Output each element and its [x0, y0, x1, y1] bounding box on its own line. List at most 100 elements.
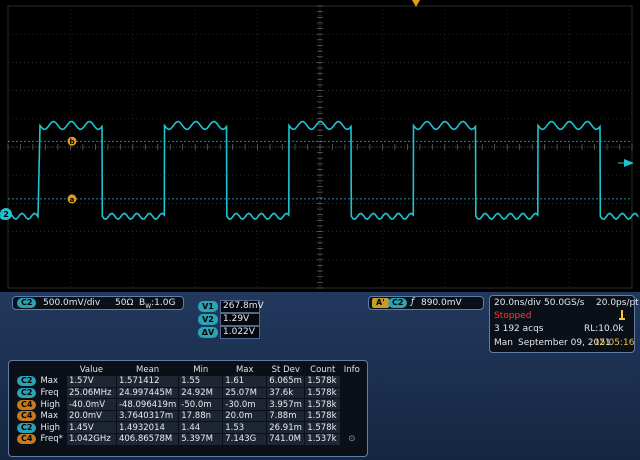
measurement-name: Max: [40, 376, 59, 387]
cursor-readouts: V1 267.8mV V2 1.29V ΔV 1.022V: [198, 299, 268, 345]
source-cell: C4: [15, 410, 38, 422]
acquisition-count: 3 192 acqs: [494, 324, 544, 334]
source-badge: C4: [17, 399, 37, 410]
source-badge: C4: [17, 411, 37, 422]
channel-settings-box[interactable]: C2 500.0mV/div 50Ω BW:1.0G: [12, 296, 184, 310]
source-badge: C4: [17, 434, 37, 445]
measurement-min: 5.397M: [178, 433, 224, 446]
header-info: Info: [343, 364, 360, 375]
trigger-mode-badge: A': [372, 298, 389, 308]
input-impedance: 50Ω: [115, 298, 134, 308]
timebase-box[interactable]: 20.0ns/div 50.0GS/s 20.0ps/pt Stopped 3 …: [489, 295, 639, 353]
measurement-stdev: 26.91m: [266, 421, 306, 435]
cursor-b-label: b: [69, 138, 74, 146]
measurement-min: 1.55: [178, 375, 224, 388]
measurement-mean: 3.7640317m: [115, 409, 180, 423]
measurement-stdev: 6.065m: [266, 375, 306, 388]
vertical-scale: 500.0mV/div: [43, 298, 101, 308]
measurement-row[interactable]: C4 Max 20.0mV 3.7640317m 17.88n 20.0m 7.88m 1.5…: [15, 409, 364, 423]
channel-badge: C2: [17, 298, 37, 308]
source-cell: C4: [15, 434, 38, 446]
measurement-stdev: 741.0M: [266, 433, 306, 446]
measurement-table[interactable]: Value Mean Min Max St Dev Count Info C2 M…: [8, 360, 368, 457]
measurement-mean: 1.571412: [115, 375, 180, 388]
measurement-value: 1.45V: [65, 421, 117, 435]
measurement-row[interactable]: C4 High -40.0mV -48.096419m -50.0m -30.0m 3.95…: [15, 398, 364, 411]
cursor-delta-label: ΔV: [198, 327, 218, 338]
measurement-header-row: Value Mean Min Max St Dev Count Info: [15, 364, 363, 376]
source-cell: C2: [15, 376, 38, 388]
source-cell: C2: [15, 422, 38, 434]
measurement-max: 25.07M: [222, 386, 268, 400]
measurement-info: ⊙: [340, 433, 364, 446]
bandwidth-value: 1.0G: [154, 298, 176, 308]
header-value: Value: [79, 364, 104, 375]
time-per-div: 20.0ns/div: [494, 298, 542, 308]
measurement-name: Freq: [40, 387, 59, 398]
measurement-value: -40.0mV: [65, 398, 117, 411]
measurement-name: High: [40, 399, 60, 410]
measurement-max: 7.143G: [222, 433, 268, 446]
measurement-count: 1.537k: [304, 433, 342, 446]
trigger-channel-badge: C2: [388, 298, 408, 308]
trigger-level: 890.0mV: [421, 298, 462, 308]
measurement-row[interactable]: C4 Freq* 1.042GHz 406.86578M 5.397M 7.143G 741…: [15, 433, 364, 446]
measurement-max: 1.61: [222, 375, 268, 388]
measurement-mean: -48.096419m: [115, 398, 180, 411]
source-cell: C4: [15, 399, 38, 411]
measurement-info: [340, 409, 364, 423]
measurement-min: -50.0m: [178, 398, 224, 411]
trigger-slope-icon: ƒ: [411, 297, 415, 307]
measurement-count: 1.578k: [304, 421, 342, 435]
measurement-min: 17.88n: [178, 409, 224, 423]
measurement-value: 20.0mV: [65, 409, 117, 423]
measurement-max: 20.0m: [222, 409, 268, 423]
source-badge: C2: [17, 387, 37, 398]
cursor-v2-label: V2: [198, 314, 218, 325]
measurement-row[interactable]: C2 Max 1.57V 1.571412 1.55 1.61 6.065m 1.578k: [15, 375, 364, 388]
measurement-info: [340, 386, 364, 400]
time-display: 15:05:16: [594, 338, 635, 348]
measurement-value: 25.06MHz: [65, 386, 117, 400]
header-stdev: St Dev: [271, 364, 300, 375]
source-cell: C2: [15, 387, 38, 399]
measurement-count: 1.578k: [304, 386, 342, 400]
sample-rate: 50.0GS/s: [544, 298, 585, 308]
measurement-stdev: 37.6k: [266, 386, 306, 400]
measurement-count: 1.578k: [304, 409, 342, 423]
cursor-a-label: a: [70, 196, 75, 204]
run-stop-indicator-icon: [619, 310, 625, 321]
waveform-display[interactable]: b a 2: [0, 0, 640, 292]
record-length: RL:10.0k: [584, 324, 624, 334]
measurement-mean: 24.997445M: [115, 386, 180, 400]
time-resolution: 20.0ps/pt: [596, 298, 639, 308]
acquisition-status: Stopped: [494, 311, 532, 321]
measurement-max: 1.53: [222, 421, 268, 435]
cursor-delta-value: 1.022V: [220, 326, 260, 339]
bandwidth-sub: W: [145, 302, 152, 310]
graticule: b a 2: [0, 0, 639, 289]
bandwidth-label: BW:1.0G: [139, 298, 176, 310]
measurement-value: 1.57V: [65, 375, 117, 388]
measurement-row[interactable]: C2 Freq 25.06MHz 24.997445M 24.92M 25.07M 37.6…: [15, 386, 364, 400]
measurement-name: High: [40, 422, 60, 433]
header-min: Min: [193, 364, 209, 375]
cursor-v2-value: 1.29V: [220, 313, 260, 326]
source-badge: C2: [17, 422, 37, 433]
measurement-info: [340, 421, 364, 435]
measurement-count: 1.578k: [304, 398, 342, 411]
header-count: Count: [310, 364, 336, 375]
waveform-trace: [0, 120, 639, 221]
cursor-v1-value: 267.8mV: [220, 300, 264, 313]
measurement-info: [340, 375, 364, 388]
acquisition-mode: Man: [494, 338, 513, 348]
measurement-info: [340, 398, 364, 411]
measurement-value: 1.042GHz: [65, 433, 117, 446]
measurement-row[interactable]: C2 High 1.45V 1.4932014 1.44 1.53 26.91m 1.578k: [15, 421, 364, 435]
measurement-stdev: 7.88m: [266, 409, 306, 423]
measurement-mean: 406.86578M: [115, 433, 180, 446]
header-max: Max: [235, 364, 254, 375]
measurement-min: 24.92M: [178, 386, 224, 400]
measurement-name: Freq*: [40, 434, 63, 445]
trigger-settings-box[interactable]: A' C2 ƒ 890.0mV: [368, 296, 484, 310]
